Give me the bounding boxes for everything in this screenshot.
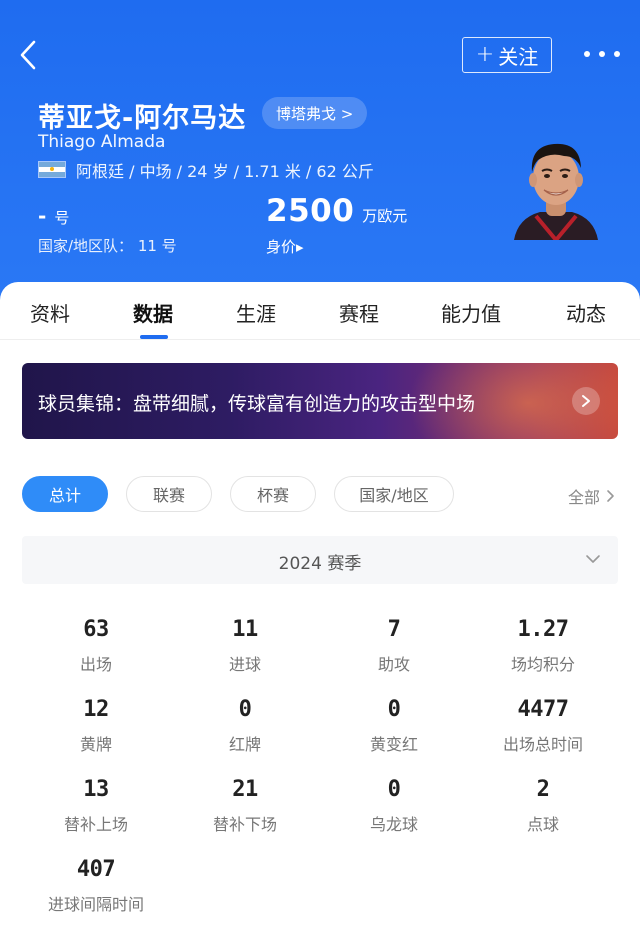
stat-item: 4477 出场总时间 bbox=[469, 697, 617, 755]
filter-league[interactable]: 联赛 bbox=[126, 476, 212, 512]
stat-value: 4477 bbox=[517, 697, 569, 722]
shirt-number-value: - bbox=[38, 204, 47, 228]
follow-label: 关注 bbox=[498, 44, 539, 69]
stat-value: 12 bbox=[83, 697, 109, 722]
market-value: 2500 万欧元 bbox=[266, 193, 407, 229]
stat-item: 13 替补上场 bbox=[22, 777, 170, 835]
tab-career[interactable]: 生涯 bbox=[236, 298, 276, 327]
player-name-en: Thiago Almada bbox=[38, 132, 166, 152]
stat-item: 11 进球 bbox=[171, 617, 319, 675]
stat-label: 进球间隔时间 bbox=[47, 895, 144, 914]
stat-value: 0 bbox=[387, 777, 401, 802]
stat-value: 0 bbox=[387, 697, 401, 722]
more-dots-icon[interactable] bbox=[584, 42, 620, 66]
stat-value: 407 bbox=[76, 857, 116, 882]
highlights-banner[interactable]: 球员集锦：盘带细腻，传球富有创造力的攻击型中场 bbox=[22, 363, 618, 439]
stat-label: 点球 bbox=[526, 815, 559, 834]
tab-data[interactable]: 数据 bbox=[133, 298, 173, 327]
back-arrow-icon[interactable] bbox=[14, 38, 44, 72]
stat-label: 出场总时间 bbox=[502, 735, 583, 754]
national-team-number: 国家/地区队： 11 号 bbox=[38, 237, 177, 255]
stat-item: 2 点球 bbox=[469, 777, 617, 835]
stat-label: 场均积分 bbox=[510, 655, 575, 674]
stat-label: 替补上场 bbox=[63, 815, 128, 834]
stat-label: 进球 bbox=[228, 655, 261, 674]
stat-label: 黄变红 bbox=[369, 735, 418, 754]
stat-label: 黄牌 bbox=[79, 735, 112, 754]
stat-label: 乌龙球 bbox=[369, 815, 418, 834]
all-filter-link[interactable]: 全部 bbox=[568, 484, 615, 508]
tab-profile[interactable]: 资料 bbox=[30, 298, 70, 327]
chevron-right-icon bbox=[607, 490, 614, 502]
stat-value: 21 bbox=[232, 777, 258, 802]
stat-value: 1.27 bbox=[517, 617, 569, 642]
tab-schedule[interactable]: 赛程 bbox=[339, 298, 379, 327]
stat-label: 助攻 bbox=[377, 655, 410, 674]
tab-ability[interactable]: 能力值 bbox=[441, 298, 501, 327]
player-avatar bbox=[506, 132, 606, 244]
stat-item: 0 红牌 bbox=[171, 697, 319, 755]
chevron-down-icon bbox=[586, 555, 600, 563]
tab-news[interactable]: 动态 bbox=[566, 298, 606, 327]
player-name-cn: 蒂亚戈-阿尔马达 bbox=[38, 103, 247, 134]
player-header: + 关注 蒂亚戈-阿尔马达 博塔弗戈 > Thiago Almada 阿根廷 /… bbox=[0, 0, 640, 300]
stat-item: 1.27 场均积分 bbox=[469, 617, 617, 675]
club-tag[interactable]: 博塔弗戈 > bbox=[262, 97, 368, 129]
market-value-number: 2500 bbox=[266, 193, 355, 229]
season-selector[interactable]: 2024 赛季 bbox=[22, 536, 618, 584]
stat-item: 0 黄变红 bbox=[320, 697, 468, 755]
stat-value: 11 bbox=[232, 617, 258, 642]
shirt-number: -号 bbox=[38, 204, 69, 228]
stat-label: 出场 bbox=[79, 655, 112, 674]
stat-item: 407 进球间隔时间 bbox=[22, 857, 170, 915]
all-filter-label: 全部 bbox=[568, 488, 601, 507]
stat-value: 13 bbox=[83, 777, 109, 802]
tab-bar: 资料 数据 生涯 赛程 能力值 动态 bbox=[0, 282, 640, 340]
argentina-flag-icon bbox=[38, 161, 66, 178]
active-tab-indicator bbox=[140, 335, 168, 339]
stat-label: 红牌 bbox=[228, 735, 261, 754]
filter-cup[interactable]: 杯赛 bbox=[230, 476, 316, 512]
follow-button[interactable]: + 关注 bbox=[462, 37, 552, 73]
stat-value: 0 bbox=[238, 697, 252, 722]
stat-item: 21 替补下场 bbox=[171, 777, 319, 835]
stat-item: 7 助攻 bbox=[320, 617, 468, 675]
player-info: 阿根廷 / 中场 / 24 岁 / 1.71 米 / 62 公斤 bbox=[76, 162, 374, 181]
market-value-link[interactable]: 身价▸ bbox=[266, 236, 304, 257]
filter-total[interactable]: 总计 bbox=[22, 476, 108, 512]
banner-text: 球员集锦：盘带细腻，传球富有创造力的攻击型中场 bbox=[38, 393, 476, 415]
stat-label: 替补下场 bbox=[212, 815, 277, 834]
chevron-right-icon[interactable] bbox=[572, 387, 600, 415]
market-value-unit: 万欧元 bbox=[362, 207, 408, 225]
stat-value: 7 bbox=[387, 617, 401, 642]
stat-item: 12 黄牌 bbox=[22, 697, 170, 755]
filter-national[interactable]: 国家/地区 bbox=[334, 476, 454, 512]
stat-item: 0 乌龙球 bbox=[320, 777, 468, 835]
stat-value: 63 bbox=[83, 617, 109, 642]
stat-value: 2 bbox=[536, 777, 550, 802]
season-label: 2024 赛季 bbox=[278, 554, 362, 574]
stat-item: 63 出场 bbox=[22, 617, 170, 675]
shirt-number-suffix: 号 bbox=[54, 209, 70, 227]
plus-icon: + bbox=[475, 42, 495, 67]
